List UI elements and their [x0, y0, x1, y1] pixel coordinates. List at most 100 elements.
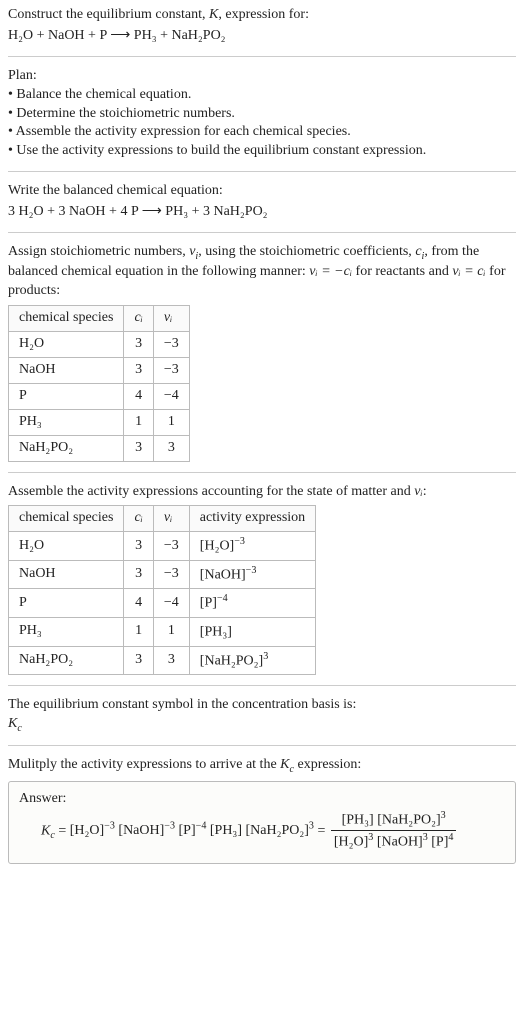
activity-table: chemical species cᵢ νᵢ activity expressi… — [8, 505, 316, 675]
term: [H₂O] — [334, 835, 368, 850]
term-exp: 3 — [309, 820, 314, 831]
col-species: chemical species — [9, 306, 124, 332]
term-exp: 3 — [441, 810, 446, 821]
cell-activity: [H₂O]−3 — [189, 532, 315, 561]
eq-sign: = — [55, 823, 70, 838]
cell-nui: 1 — [153, 617, 189, 646]
cell-ci: 3 — [124, 646, 153, 675]
cell-nui: −4 — [153, 383, 189, 409]
kc-sub: c — [17, 723, 21, 734]
table-row: NaOH3−3[NaOH]−3 — [9, 560, 316, 589]
table-row: H₂O3−3[H₂O]−3 — [9, 532, 316, 561]
table-header-row: chemical species cᵢ νᵢ — [9, 306, 190, 332]
cell-species: PH₃ — [9, 617, 124, 646]
cell-activity: [NaOH]−3 — [189, 560, 315, 589]
assign-text: for reactants and — [352, 264, 452, 279]
divider — [8, 685, 516, 686]
intro-eq-rhs: PH₃ + NaH₂PO₂ — [134, 28, 226, 43]
assign-text: , using the stoichiometric coefficients, — [198, 244, 415, 259]
balanced-lhs: 3 H₂O + 3 NaOH + 4 P — [8, 204, 138, 219]
eq-sign: = — [317, 823, 328, 838]
cell-nui: −3 — [153, 357, 189, 383]
divider — [8, 171, 516, 172]
kc-line: The equilibrium constant symbol in the c… — [8, 697, 356, 712]
divider — [8, 745, 516, 746]
cell-ci: 3 — [124, 332, 153, 358]
term: [PH₃] [NaH₂PO₂] — [342, 812, 441, 827]
multiply-paragraph: Mulitply the activity expressions to arr… — [8, 756, 516, 776]
cell-ci: 1 — [124, 617, 153, 646]
k-symbol: K — [209, 7, 218, 22]
activity-exp: −4 — [217, 593, 228, 604]
stoich-table: chemical species cᵢ νᵢ H₂O3−3 NaOH3−3 P4… — [8, 305, 190, 461]
term-exp: −3 — [104, 820, 115, 831]
activity-base: [P] — [200, 596, 217, 611]
col-ci: cᵢ — [124, 306, 153, 332]
assemble-text: Assemble the activity expressions accoun… — [8, 484, 414, 499]
col-nui: νᵢ — [153, 306, 189, 332]
divider — [8, 232, 516, 233]
plan-item: Determine the stoichiometric numbers. — [16, 106, 235, 121]
kc-symbol: K — [8, 716, 17, 731]
kc-symbol-block: The equilibrium constant symbol in the c… — [8, 696, 516, 735]
table-row: NaH₂PO₂33[NaH₂PO₂]3 — [9, 646, 316, 675]
cell-species: NaH₂PO₂ — [9, 646, 124, 675]
cell-ci: 3 — [124, 532, 153, 561]
term: [PH₃] [NaH₂PO₂] — [210, 823, 309, 838]
cell-nui: 1 — [153, 409, 189, 435]
activity-base: [NaOH] — [200, 568, 246, 583]
activity-base: [NaH₂PO₂] — [200, 653, 263, 668]
cell-nui: −3 — [153, 532, 189, 561]
plan-item: Assemble the activity expression for eac… — [16, 124, 351, 139]
fraction: [PH₃] [NaH₂PO₂]3 [H₂O]3 [NaOH]3 [P]4 — [331, 809, 457, 853]
col-ci: cᵢ — [124, 506, 153, 532]
cell-species: NaH₂PO₂ — [9, 435, 124, 461]
activity-exp: −3 — [246, 565, 257, 576]
cell-activity: [P]−4 — [189, 589, 315, 618]
balanced-title: Write the balanced chemical equation: — [8, 183, 223, 198]
assign-eq1: νᵢ = −cᵢ — [309, 264, 352, 279]
plan-item: Use the activity expressions to build th… — [16, 143, 426, 158]
cell-species: PH₃ — [9, 409, 124, 435]
answer-label: Answer: — [19, 791, 66, 806]
table-row: P4−4 — [9, 383, 190, 409]
col-species: chemical species — [9, 506, 124, 532]
term: [P] — [179, 823, 196, 838]
nu-symbol: νᵢ — [414, 484, 422, 499]
cell-species: P — [9, 383, 124, 409]
term: [NaOH] — [118, 823, 164, 838]
cell-nui: 3 — [153, 435, 189, 461]
table-row: H₂O3−3 — [9, 332, 190, 358]
cell-activity: [NaH₂PO₂]3 — [189, 646, 315, 675]
col-activity: activity expression — [189, 506, 315, 532]
kc-symbol: K — [41, 823, 50, 838]
term: [NaOH] — [373, 835, 422, 850]
cell-species: H₂O — [9, 532, 124, 561]
term: [P] — [428, 835, 449, 850]
flat-expr: [H₂O]−3 [NaOH]−3 [P]−4 [PH₃] [NaH₂PO₂]3 — [70, 823, 318, 838]
cell-ci: 3 — [124, 560, 153, 589]
term: [H₂O] — [70, 823, 104, 838]
arrow-icon: ⟶ — [110, 26, 130, 42]
intro-text-a: Construct the equilibrium constant, — [8, 7, 209, 22]
table-row: NaOH3−3 — [9, 357, 190, 383]
activity-base: [PH₃] — [200, 625, 232, 640]
multiply-text: expression: — [294, 757, 361, 772]
cell-species: H₂O — [9, 332, 124, 358]
activity-exp: 3 — [263, 651, 268, 662]
plan-block: Plan: • Balance the chemical equation. •… — [8, 67, 516, 161]
answer-box: Answer: Kc = [H₂O]−3 [NaOH]−3 [P]−4 [PH₃… — [8, 781, 516, 864]
plan-title: Plan: — [8, 68, 37, 83]
cell-ci: 4 — [124, 589, 153, 618]
table-row: PH₃11[PH₃] — [9, 617, 316, 646]
cell-species: P — [9, 589, 124, 618]
table-row: P4 −4[P]−4 — [9, 589, 316, 618]
kc-symbol: K — [280, 757, 289, 772]
plan-item: Balance the chemical equation. — [16, 87, 191, 102]
cell-ci: 4 — [124, 383, 153, 409]
assemble-paragraph: Assemble the activity expressions accoun… — [8, 483, 516, 502]
intro-text-b: , expression for: — [218, 7, 309, 22]
assign-text: Assign stoichiometric numbers, — [8, 244, 189, 259]
multiply-text: Mulitply the activity expressions to arr… — [8, 757, 280, 772]
table-row: NaH₂PO₂33 — [9, 435, 190, 461]
